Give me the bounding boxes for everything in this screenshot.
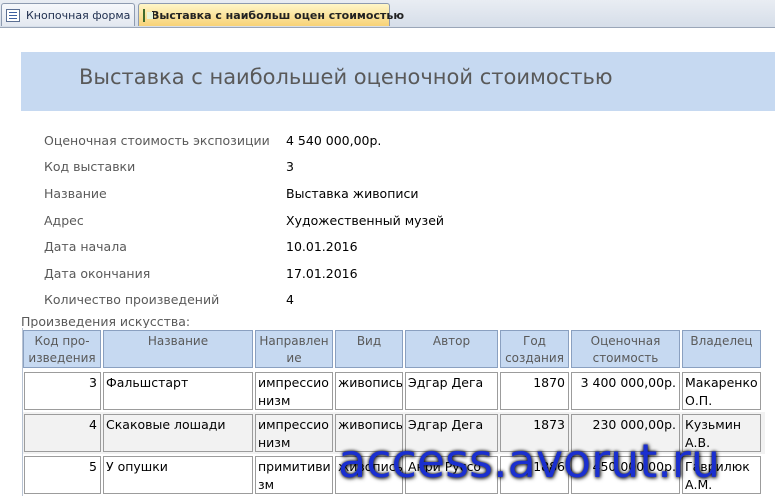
cell-line: импрессио <box>258 417 329 432</box>
field-label: Оценочная стоимость экспозиции <box>44 133 270 148</box>
form-icon <box>6 8 20 22</box>
field-value: 4 540 000,00р. <box>286 133 382 148</box>
cell-line: О.П. <box>685 393 713 408</box>
cell-year[interactable]: 1870 <box>500 372 569 410</box>
cell-author[interactable]: Эдгар Дега <box>405 372 498 410</box>
tab-exhibition-report[interactable]: Выставка с наибольш оцен стоимостью <box>138 3 404 26</box>
cell-name[interactable]: У опушки <box>103 456 253 494</box>
tab-label: Кнопочная форма <box>26 8 131 22</box>
header-line: Оценочная <box>590 334 661 348</box>
header-line: Код про- <box>34 334 90 348</box>
cell-cost[interactable]: 3 400 000,00р. <box>571 372 680 410</box>
header-line: ие <box>286 351 302 365</box>
cell-kind[interactable]: живопись <box>335 372 403 410</box>
field-label: Дата начала <box>44 239 127 254</box>
report-icon <box>143 8 153 22</box>
column-header-year: Год создания <box>500 330 569 368</box>
field-value: Выставка живописи <box>286 186 419 201</box>
cell-line: Кузьмин <box>685 417 742 432</box>
field-value: 4 <box>286 292 294 307</box>
report-header-band: Выставка с наибольшей оценочной стоимост… <box>21 52 775 111</box>
cell-code[interactable]: 3 <box>24 372 101 410</box>
field-label: Название <box>44 186 107 201</box>
header-line: изведения <box>28 351 96 365</box>
table-row: 3 Фальшстарт импрессио низм живопись Эдг… <box>23 370 765 412</box>
cell-line: примитиви <box>258 459 331 474</box>
column-header-name: Название <box>103 330 253 368</box>
column-header-code: Код про- изведения <box>23 330 101 368</box>
cell-line: низм <box>258 435 291 450</box>
cell-line: импрессио <box>258 375 329 390</box>
report-title: Выставка с наибольшей оценочной стоимост… <box>79 65 613 89</box>
column-header-owner: Владелец <box>682 330 761 368</box>
cell-direction[interactable]: примитиви зм <box>255 456 333 494</box>
header-line: Год <box>523 334 546 348</box>
column-header-kind: Вид <box>335 330 403 368</box>
field-value: 17.01.2016 <box>286 266 358 281</box>
cell-code[interactable]: 5 <box>24 456 101 494</box>
cell-line: низм <box>258 393 291 408</box>
cell-owner[interactable]: Макаренко О.П. <box>682 372 761 410</box>
cell-code[interactable]: 4 <box>24 414 101 452</box>
tab-label: Выставка с наибольш оцен стоимостью <box>151 8 405 22</box>
column-header-direction: Направлен ие <box>255 330 333 368</box>
cell-line: зм <box>258 477 275 492</box>
subform-label: Произведения искусства: <box>21 314 191 329</box>
field-label: Количество произведений <box>44 292 220 307</box>
column-header-cost: Оценочная стоимость <box>571 330 680 368</box>
field-value: 10.01.2016 <box>286 239 358 254</box>
cell-line: Макаренко <box>685 375 758 390</box>
cell-direction[interactable]: импрессио низм <box>255 414 333 452</box>
header-line: стоимость <box>592 351 659 365</box>
cell-name[interactable]: Скаковые лошади <box>103 414 253 452</box>
cell-direction[interactable]: импрессио низм <box>255 372 333 410</box>
watermark-text: access.avorut.ru <box>338 434 720 488</box>
header-line: Название <box>147 334 209 348</box>
document-tab-strip: Кнопочная форма Выставка с наибольш оцен… <box>0 0 775 28</box>
header-line: Автор <box>432 334 471 348</box>
field-label: Код выставки <box>44 159 136 174</box>
field-label: Адрес <box>44 213 84 228</box>
header-line: Направлен <box>259 334 329 348</box>
cell-name[interactable]: Фальшстарт <box>103 372 253 410</box>
tab-switchboard-form[interactable]: Кнопочная форма <box>1 3 135 26</box>
field-value: 3 <box>286 159 294 174</box>
header-line: создания <box>505 351 564 365</box>
header-line: Вид <box>356 334 382 348</box>
column-header-author: Автор <box>405 330 498 368</box>
field-value: Художественный музей <box>286 213 445 228</box>
header-line: Владелец <box>690 334 753 348</box>
field-label: Дата окончания <box>44 266 151 281</box>
